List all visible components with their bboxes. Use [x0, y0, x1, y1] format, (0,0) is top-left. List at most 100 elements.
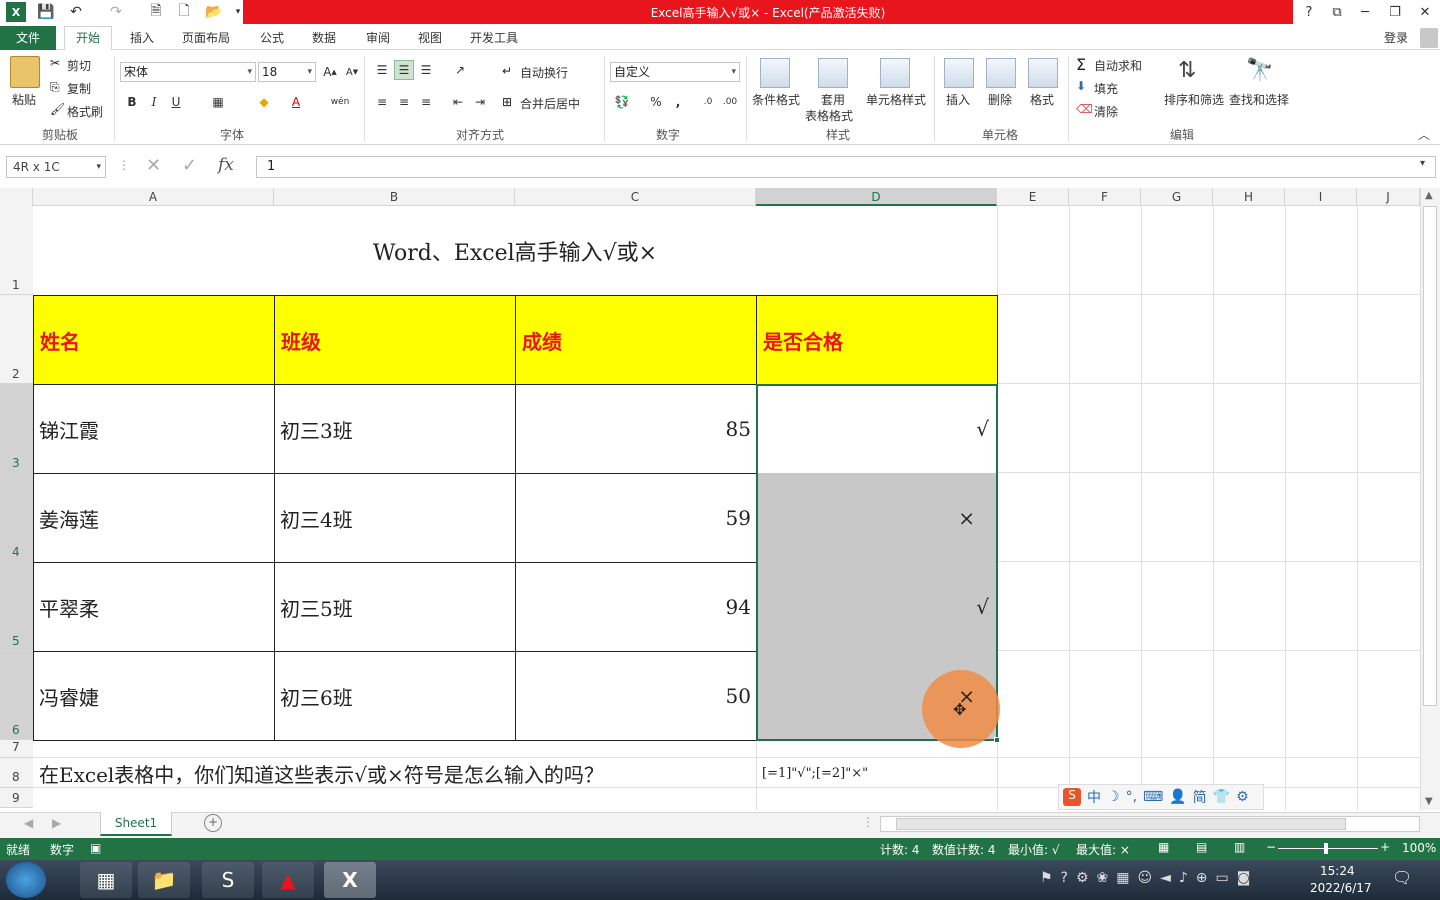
header-cell-class[interactable]: 班级 — [274, 295, 516, 385]
cell-styles-button[interactable]: 单元格样式 — [866, 91, 926, 108]
table-cell-score[interactable]: 94 — [516, 563, 755, 651]
cut-button[interactable]: 剪切 — [67, 57, 91, 74]
next-sheet-icon[interactable]: ▶ — [52, 816, 61, 830]
acrobat-icon[interactable]: ▲ — [262, 862, 314, 898]
currency-icon[interactable]: 💱 — [612, 92, 632, 112]
merge-center-button[interactable]: 合并后居中 — [520, 95, 580, 112]
login-link[interactable]: 登录 — [1376, 26, 1416, 50]
number-format-combo[interactable]: 自定义 ▾ — [610, 62, 740, 82]
sheet-title-cell[interactable]: Word、Excel高手输入√或× — [33, 206, 997, 295]
scroll-up-icon[interactable]: ▲ — [1425, 190, 1433, 201]
new-file-icon[interactable]: 🗋 — [174, 2, 194, 22]
align-left-icon[interactable]: ≡ — [372, 92, 392, 112]
save-icon[interactable]: 💾 — [36, 2, 56, 22]
tab-formulas[interactable]: 公式 — [252, 26, 292, 50]
column-header-f[interactable]: F — [1069, 188, 1141, 206]
table-cell-pass[interactable]: √ — [757, 563, 993, 651]
help-button[interactable]: ? — [1296, 2, 1322, 22]
shrink-font-icon[interactable]: A ▼ — [342, 62, 362, 82]
table-cell-name[interactable]: 冯睿婕 — [34, 652, 273, 740]
column-header-b[interactable]: B — [274, 188, 515, 206]
horizontal-scroll-thumb[interactable] — [896, 818, 1346, 830]
column-header-a[interactable]: A — [33, 188, 274, 206]
notification-icon[interactable]: 🗨 — [1392, 868, 1412, 887]
moon-icon[interactable]: ☽ — [1107, 789, 1120, 805]
clear-button[interactable]: 清除 — [1094, 103, 1118, 120]
conditional-formatting-icon[interactable] — [760, 58, 790, 88]
header-cell-name[interactable]: 姓名 — [33, 295, 275, 385]
sort-filter-button[interactable]: 排序和筛选 — [1164, 91, 1224, 108]
percent-button[interactable]: % — [646, 92, 666, 112]
align-right-icon[interactable]: ≡ — [416, 92, 436, 112]
cancel-icon[interactable]: ✕ — [146, 155, 161, 176]
align-bottom-icon[interactable]: ☰ — [416, 60, 436, 80]
start-button-icon[interactable] — [6, 862, 46, 898]
vertical-scroll-thumb[interactable] — [1423, 206, 1437, 706]
decrease-decimal-icon[interactable]: .00 — [720, 92, 740, 112]
ribbon-display-button[interactable]: ⧉ — [1324, 2, 1350, 22]
table-cell-score[interactable]: 50 — [516, 652, 755, 740]
keyboard-icon[interactable]: ⌨ — [1143, 789, 1163, 805]
open-folder-icon[interactable]: 📂 — [204, 2, 224, 22]
row-header-2[interactable]: 2 — [0, 295, 33, 384]
tab-review[interactable]: 审阅 — [358, 26, 398, 50]
select-all-corner[interactable] — [0, 188, 33, 206]
format-cells-icon[interactable] — [1028, 58, 1058, 88]
clock-time[interactable]: 15:24 — [1320, 864, 1355, 878]
format-as-table-icon[interactable] — [818, 58, 848, 88]
zoom-in-icon[interactable]: + — [1380, 840, 1390, 854]
insert-cells-icon[interactable] — [944, 58, 974, 88]
column-header-g[interactable]: G — [1141, 188, 1213, 206]
restore-button[interactable]: ❐ — [1382, 2, 1408, 22]
macro-record-icon[interactable]: ▣ — [90, 841, 101, 855]
find-select-icon[interactable]: 🔭 — [1246, 58, 1273, 83]
name-box[interactable]: 4R x 1C ▾ — [6, 156, 106, 178]
undo-icon[interactable]: ↶ — [66, 2, 86, 22]
tab-developer[interactable]: 开发工具 — [462, 26, 526, 50]
column-header-i[interactable]: I — [1285, 188, 1357, 206]
zoom-slider-thumb[interactable] — [1324, 843, 1328, 854]
clock-date[interactable]: 2022/6/17 — [1310, 881, 1372, 895]
align-top-icon[interactable]: ☰ — [372, 60, 392, 80]
format-as-table-label2[interactable]: 表格格式 — [805, 107, 853, 124]
insert-cells-button[interactable]: 插入 — [946, 91, 970, 108]
increase-decimal-icon[interactable]: .0 — [698, 92, 718, 112]
row-header-8[interactable]: 8 — [0, 758, 33, 788]
decrease-indent-icon[interactable]: ⇤ — [448, 92, 468, 112]
row-header-7[interactable]: 7 — [0, 740, 33, 758]
insert-function-icon[interactable]: fx — [218, 155, 234, 175]
underline-button[interactable]: U — [166, 92, 186, 112]
paste-icon[interactable] — [10, 56, 40, 88]
format-cells-button[interactable]: 格式 — [1030, 91, 1054, 108]
add-sheet-icon[interactable]: + — [204, 814, 222, 832]
row-header-5[interactable]: 5 — [0, 562, 33, 651]
tab-data[interactable]: 数据 — [304, 26, 344, 50]
borders-icon[interactable]: ▦ — [208, 92, 228, 112]
font-color-icon[interactable]: A — [286, 92, 306, 112]
phonetic-icon[interactable]: wén — [330, 92, 350, 112]
fill-button[interactable]: 填充 — [1094, 80, 1118, 97]
orientation-icon[interactable]: ↗ — [450, 60, 470, 80]
row-header-6[interactable]: 6 — [0, 651, 33, 740]
row-header-4[interactable]: 4 — [0, 473, 33, 562]
bold-button[interactable]: B — [122, 92, 142, 112]
copy-button[interactable]: 复制 — [67, 80, 91, 97]
zoom-out-icon[interactable]: − — [1266, 840, 1276, 854]
minimize-button[interactable]: ─ — [1352, 2, 1378, 22]
table-cell-class[interactable]: 初三6班 — [275, 652, 514, 740]
paste-button[interactable]: 粘贴 — [12, 91, 36, 108]
close-button[interactable]: ✕ — [1412, 2, 1438, 22]
table-cell-name[interactable]: 锑江霞 — [34, 385, 273, 473]
excel-taskbar-icon[interactable]: X — [324, 862, 376, 898]
align-middle-icon[interactable]: ☰ — [394, 60, 414, 80]
header-cell-score[interactable]: 成绩 — [515, 295, 757, 385]
ime-toolbar[interactable]: S 中 ☽ °, ⌨ 👤 简 👕 ⚙ — [1058, 784, 1264, 810]
redo-icon[interactable]: ↷ — [106, 2, 126, 22]
ime-chinese-mode[interactable]: 中 — [1087, 787, 1101, 807]
file-explorer-icon[interactable]: 📁 — [138, 862, 190, 898]
sort-filter-icon[interactable]: ⇅ — [1178, 58, 1196, 83]
tab-page-layout[interactable]: 页面布局 — [174, 26, 238, 50]
table-cell-class[interactable]: 初三5班 — [275, 563, 514, 651]
row-header-9[interactable]: 9 — [0, 788, 33, 808]
settings-gear-icon[interactable]: ⚙ — [1236, 789, 1249, 805]
